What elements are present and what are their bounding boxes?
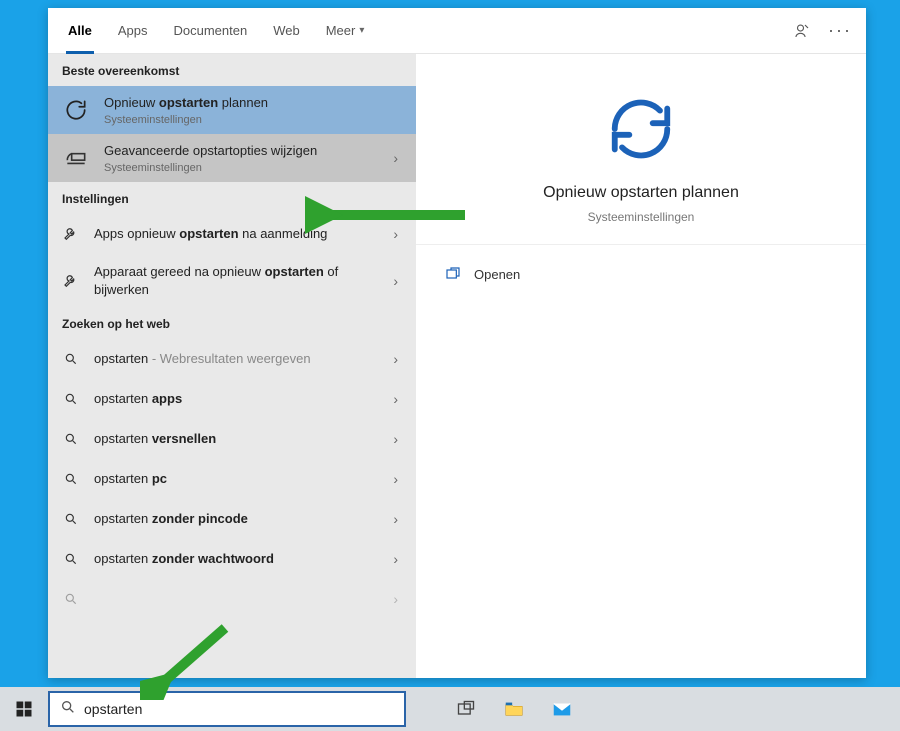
search-icon — [60, 588, 82, 610]
chevron-right-icon[interactable]: › — [387, 351, 404, 367]
section-header-web: Zoeken op het web — [48, 307, 416, 339]
result-web-5[interactable]: opstarten zonder wachtwoord › — [48, 539, 416, 579]
chevron-right-icon[interactable]: › — [387, 431, 404, 447]
result-title: Geavanceerde opstartopties wijzigen — [104, 142, 375, 160]
wrench-icon — [60, 270, 82, 292]
result-title: opstarten versnellen — [94, 430, 375, 448]
mail-button[interactable] — [540, 689, 584, 729]
search-icon — [60, 699, 76, 720]
result-web-3[interactable]: opstarten pc › — [48, 459, 416, 499]
tab-documents[interactable]: Documenten — [163, 8, 257, 54]
chevron-right-icon[interactable]: › — [387, 150, 404, 166]
result-best-match-0[interactable]: Opnieuw opstarten plannen Systeeminstell… — [48, 86, 416, 134]
start-button[interactable] — [4, 689, 44, 729]
tab-apps[interactable]: Apps — [108, 8, 158, 54]
chevron-right-icon[interactable]: › — [387, 273, 404, 289]
result-title: opstarten pc — [94, 470, 375, 488]
search-icon — [60, 348, 82, 370]
detail-title: Opnieuw opstarten plannen — [543, 184, 739, 202]
search-icon — [60, 508, 82, 530]
chevron-right-icon[interactable]: › — [387, 551, 404, 567]
wrench-icon — [60, 223, 82, 245]
search-icon — [60, 548, 82, 570]
task-view-button[interactable] — [444, 689, 488, 729]
result-web-2[interactable]: opstarten versnellen › — [48, 419, 416, 459]
windows-search-panel: Alle Apps Documenten Web Meer▾ ··· Beste… — [48, 8, 866, 678]
result-title: opstarten - Webresultaten weergeven — [94, 350, 375, 368]
taskbar — [0, 687, 900, 731]
result-title: opstarten apps — [94, 390, 375, 408]
result-subtitle: Systeeminstellingen — [104, 114, 404, 126]
windows-logo-icon — [15, 700, 33, 718]
result-web-0[interactable]: opstarten - Webresultaten weergeven › — [48, 339, 416, 379]
restart-icon — [60, 94, 92, 126]
chevron-right-icon[interactable]: › — [387, 511, 404, 527]
detail-subtitle: Systeeminstellingen — [588, 210, 695, 224]
chevron-right-icon[interactable]: › — [387, 591, 404, 607]
restart-large-icon — [606, 94, 676, 164]
chevron-down-icon: ▾ — [359, 25, 364, 36]
advanced-startup-icon — [60, 142, 92, 174]
tab-all[interactable]: Alle — [58, 8, 102, 54]
search-results-column: Beste overeenkomst Opnieuw opstarten pla… — [48, 54, 416, 678]
search-icon — [60, 428, 82, 450]
action-open[interactable]: Openen — [416, 257, 866, 291]
more-options-icon[interactable]: ··· — [824, 15, 856, 47]
result-best-match-1[interactable]: Geavanceerde opstartopties wijzigen Syst… — [48, 134, 416, 182]
result-title: Apparaat gereed na opnieuw opstarten of … — [94, 263, 375, 298]
chevron-right-icon[interactable]: › — [387, 391, 404, 407]
search-icon — [60, 388, 82, 410]
result-title: opstarten zonder wachtwoord — [94, 550, 375, 568]
open-icon — [444, 265, 462, 283]
tab-more[interactable]: Meer▾ — [316, 8, 375, 54]
result-title: Opnieuw opstarten plannen — [104, 94, 404, 112]
result-settings-1[interactable]: Apparaat gereed na opnieuw opstarten of … — [48, 254, 416, 307]
search-icon — [60, 468, 82, 490]
result-subtitle: Systeeminstellingen — [104, 162, 375, 174]
chevron-right-icon[interactable]: › — [387, 471, 404, 487]
section-header-best-match: Beste overeenkomst — [48, 54, 416, 86]
action-label: Openen — [474, 267, 520, 282]
annotation-arrow-2 — [140, 620, 240, 700]
annotation-arrow-1 — [305, 195, 475, 235]
tab-web[interactable]: Web — [263, 8, 310, 54]
search-input[interactable] — [84, 701, 394, 717]
file-explorer-button[interactable] — [492, 689, 536, 729]
result-detail-pane: Opnieuw opstarten plannen Systeeminstell… — [416, 54, 866, 678]
result-web-6[interactable]: › — [48, 579, 416, 619]
feedback-icon[interactable] — [786, 15, 818, 47]
result-title: opstarten zonder pincode — [94, 510, 375, 528]
result-web-1[interactable]: opstarten apps › — [48, 379, 416, 419]
search-filter-tabs: Alle Apps Documenten Web Meer▾ ··· — [48, 8, 866, 54]
result-web-4[interactable]: opstarten zonder pincode › — [48, 499, 416, 539]
